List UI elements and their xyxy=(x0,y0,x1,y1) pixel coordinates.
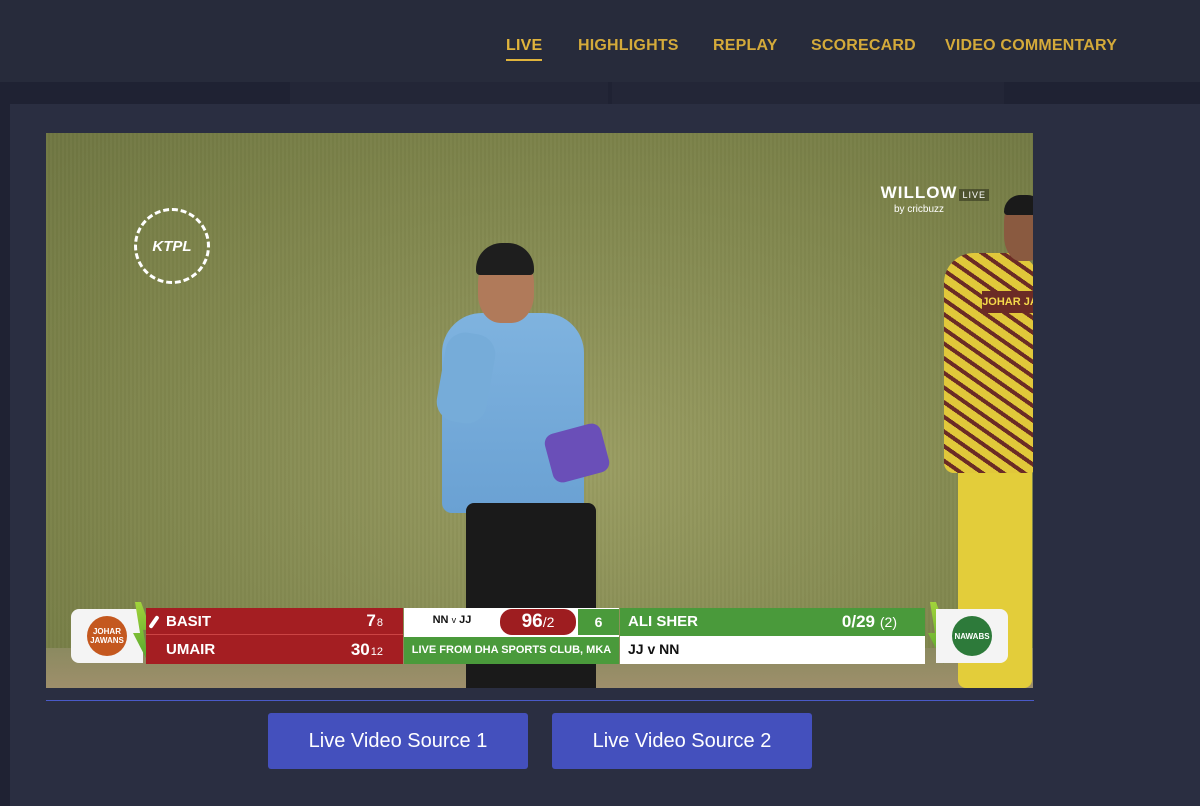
ktpl-logo: KTPL xyxy=(134,208,210,284)
fixture-label: JJ v NN xyxy=(628,641,680,657)
matchup-label: NN v JJ xyxy=(432,614,472,626)
nav-tab-video-commentary[interactable]: VIDEO COMMENTARY xyxy=(945,37,1117,55)
batter-row: UMAIR 3012 xyxy=(146,636,403,663)
score-overlay: JOHAR JAWANS BASIT 78 UMAIR 3012 NN v JJ… xyxy=(71,602,1008,664)
jawans-logo-icon: JOHAR JAWANS xyxy=(87,616,127,656)
nav-tab-live[interactable]: LIVE xyxy=(506,37,543,61)
on-strike-bat-icon xyxy=(148,615,160,629)
venue-banner: LIVE FROM DHA SPORTS CLUB, MKA xyxy=(404,637,619,664)
bowler-row: ALI SHER 0/29 (2) xyxy=(620,608,925,636)
batter-row: BASIT 78 xyxy=(146,608,403,635)
nawabs-logo-icon: NAWABS xyxy=(952,616,992,656)
bowler-figures: 0/29 xyxy=(841,612,875,631)
batter-name: BASIT xyxy=(166,612,211,630)
bowler-name: ALI SHER xyxy=(628,613,699,630)
bowler-overs: (2) xyxy=(879,614,897,630)
live-video-player[interactable]: KTPL WILLOW LIVE by cricbuzz JOHAR JA JOH… xyxy=(46,133,1033,688)
nav-tab-highlights[interactable]: HIGHLIGHTS xyxy=(578,37,679,55)
panel-notch xyxy=(290,82,608,104)
ktpl-logo-text: KTPL xyxy=(152,237,192,255)
nav-tab-replay[interactable]: REPLAY xyxy=(713,37,778,55)
panel-notch xyxy=(612,82,1004,104)
batter-runs: 3012 xyxy=(350,639,383,659)
player-divider xyxy=(46,700,1034,701)
keeper-figure xyxy=(944,253,1033,473)
batters-panel: BASIT 78 UMAIR 3012 xyxy=(146,608,403,664)
live-video-source-2-button[interactable]: Live Video Source 2 xyxy=(552,713,812,769)
team-total: 96/2 xyxy=(500,609,576,635)
live-video-source-1-button[interactable]: Live Video Source 1 xyxy=(268,713,528,769)
willow-byline: by cricbuzz xyxy=(893,204,944,215)
willow-watermark: WILLOW LIVE by cricbuzz xyxy=(881,183,989,215)
top-navigation-bar: LIVE HIGHLIGHTS REPLAY SCORECARD VIDEO C… xyxy=(0,0,1200,82)
bowler-panel: ALI SHER 0/29 (2) JJ v NN xyxy=(620,608,925,664)
keeper-shirt-text: JOHAR JA xyxy=(982,291,1033,313)
overs-count: 6 xyxy=(578,609,619,635)
batter-name: UMAIR xyxy=(166,641,216,658)
match-summary: NN v JJ 96/2 6 LIVE FROM DHA SPORTS CLUB… xyxy=(404,608,619,664)
nav-tab-scorecard[interactable]: SCORECARD xyxy=(811,37,916,55)
willow-title: WILLOW LIVE xyxy=(881,183,989,203)
left-team-logo: JOHAR JAWANS xyxy=(71,609,143,663)
right-team-logo: NAWABS xyxy=(936,609,1008,663)
batter-runs: 78 xyxy=(366,611,383,630)
